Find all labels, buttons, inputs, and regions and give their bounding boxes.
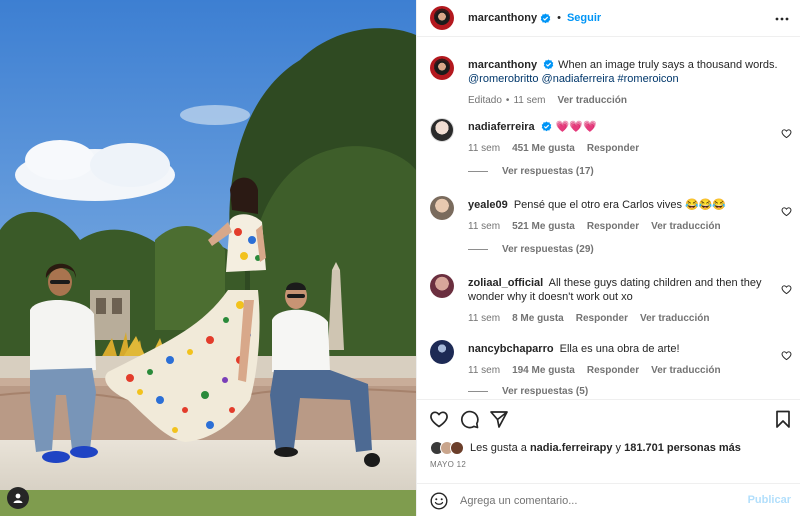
heart-icon[interactable] bbox=[781, 128, 792, 139]
photo-scene bbox=[0, 0, 416, 516]
more-icon[interactable] bbox=[775, 12, 789, 26]
comment-timestamp: 11 sem bbox=[468, 365, 501, 376]
translate-button[interactable]: Ver traducción bbox=[651, 220, 720, 234]
emoji-icon[interactable] bbox=[430, 491, 448, 510]
user-tag-button[interactable] bbox=[7, 487, 29, 509]
comment-timestamp: 11 sem bbox=[468, 221, 501, 232]
comment-likes-count[interactable]: 451 Me gusta bbox=[512, 142, 575, 156]
caption: marcanthony When an image truly says a t… bbox=[430, 56, 792, 116]
commenter-avatar[interactable] bbox=[430, 118, 454, 142]
heart-icon[interactable] bbox=[781, 206, 792, 217]
comment-likes-count[interactable]: 521 Me gusta bbox=[512, 220, 575, 234]
caption-timestamp: 11 sem bbox=[513, 95, 546, 106]
post-actions: Les gusta a nadia.ferreirapy y 181.701 p… bbox=[417, 399, 800, 516]
dot-separator: • bbox=[557, 12, 561, 24]
commenter-username[interactable]: yeale09 bbox=[468, 199, 508, 211]
view-replies-button[interactable]: Ver respuestas (29) bbox=[468, 244, 594, 255]
hashtag-romeroicon[interactable]: #romeroicon bbox=[618, 73, 679, 85]
comment-text: Pensé que el otro era Carlos vives 😂😂😂 bbox=[513, 199, 727, 211]
caption-text: When an image truly says a thousand word… bbox=[558, 59, 778, 71]
bookmark-icon[interactable] bbox=[773, 409, 793, 429]
author-avatar[interactable] bbox=[430, 6, 454, 30]
heart-icon[interactable] bbox=[781, 350, 792, 361]
caption-meta-separator: • bbox=[505, 95, 510, 106]
verified-icon bbox=[543, 59, 554, 70]
view-replies-label: Ver respuestas (29) bbox=[502, 244, 594, 255]
comment-likes-count[interactable]: 8 Me gusta bbox=[512, 312, 564, 326]
reply-button[interactable]: Responder bbox=[587, 220, 639, 234]
commenter-avatar[interactable] bbox=[430, 274, 454, 298]
add-comment-bar: Publicar bbox=[417, 483, 800, 516]
view-replies-label: Ver respuestas (5) bbox=[502, 386, 589, 397]
comment-likes-count[interactable]: 194 Me gusta bbox=[512, 364, 575, 378]
post-side-panel: marcanthony • Seguir marcanthony When an… bbox=[416, 0, 800, 516]
reply-button[interactable]: Responder bbox=[576, 312, 628, 326]
heart-icon[interactable] bbox=[781, 284, 792, 295]
likes-first-user[interactable]: nadia.ferreirapy bbox=[530, 442, 613, 454]
post-comment-button[interactable]: Publicar bbox=[748, 494, 791, 506]
view-replies-button[interactable]: Ver respuestas (5) bbox=[468, 386, 588, 397]
verified-icon bbox=[541, 121, 551, 132]
commenter-avatar[interactable] bbox=[430, 340, 454, 364]
comment-item: yeale09 Pensé que el otro era Carlos viv… bbox=[430, 196, 792, 258]
post-date: MAYO 12 bbox=[430, 460, 467, 469]
caption-edited-label: Editado bbox=[468, 95, 502, 106]
mention-romerobritto[interactable]: @romerobritto bbox=[468, 73, 538, 85]
view-replies-label: Ver respuestas (17) bbox=[502, 166, 594, 177]
comment-item: nadiaferreira 💗💗💗 11 sem 451 Me gusta Re… bbox=[430, 118, 792, 180]
likes-connector: y bbox=[615, 442, 622, 454]
likes-text: Les gusta a nadia.ferreirapy y 181.701 p… bbox=[470, 442, 741, 454]
comment-timestamp: 11 sem bbox=[468, 313, 501, 324]
reply-button[interactable]: Responder bbox=[587, 142, 639, 156]
liker-avatar bbox=[450, 441, 464, 455]
translate-button[interactable]: Ver traducción bbox=[651, 364, 720, 378]
likes-others-count[interactable]: 181.701 personas más bbox=[624, 442, 741, 454]
post-header: marcanthony • Seguir bbox=[417, 0, 800, 37]
comments-list[interactable]: marcanthony When an image truly says a t… bbox=[417, 38, 800, 399]
view-replies-button[interactable]: Ver respuestas (17) bbox=[468, 166, 594, 177]
commenter-username[interactable]: nancybchaparro bbox=[468, 343, 554, 355]
share-icon[interactable] bbox=[489, 409, 509, 429]
heart-icon[interactable] bbox=[429, 409, 449, 429]
verified-icon bbox=[540, 12, 551, 23]
author-block: marcanthony • Seguir bbox=[468, 12, 601, 24]
reply-button[interactable]: Responder bbox=[587, 364, 639, 378]
comment-input[interactable] bbox=[460, 494, 730, 507]
caption-username[interactable]: marcanthony bbox=[468, 59, 537, 71]
likes-summary[interactable]: Les gusta a nadia.ferreirapy y 181.701 p… bbox=[430, 441, 741, 455]
comment-item: zoliaal_official All these guys dating c… bbox=[430, 274, 792, 334]
translate-button[interactable]: Ver traducción bbox=[640, 312, 709, 326]
post-photo[interactable] bbox=[0, 0, 416, 516]
commenter-username[interactable]: zoliaal_official bbox=[468, 277, 543, 289]
follow-button[interactable]: Seguir bbox=[567, 12, 601, 24]
comment-text: Ella es una obra de arte! bbox=[559, 343, 680, 355]
commenter-avatar[interactable] bbox=[430, 196, 454, 220]
caption-avatar[interactable] bbox=[430, 56, 454, 80]
caption-translate-button[interactable]: Ver traducción bbox=[558, 94, 627, 108]
user-tag-icon bbox=[13, 493, 23, 503]
comment-timestamp: 11 sem bbox=[468, 143, 501, 154]
author-username[interactable]: marcanthony bbox=[468, 12, 537, 24]
comment-item: nancybchaparro Ella es una obra de arte!… bbox=[430, 340, 792, 399]
likes-prefix: Les gusta a bbox=[470, 442, 527, 454]
comment-icon[interactable] bbox=[459, 409, 479, 429]
commenter-username[interactable]: nadiaferreira bbox=[468, 121, 535, 133]
mention-nadiaferreira[interactable]: @nadiaferreira bbox=[542, 73, 615, 85]
comment-text: 💗💗💗 bbox=[555, 121, 597, 133]
